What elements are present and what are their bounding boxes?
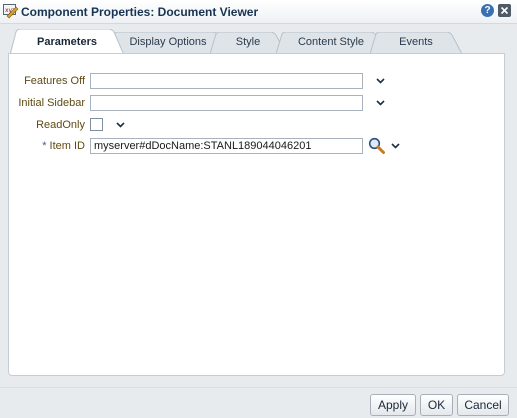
tab-style[interactable]: Style (210, 32, 286, 54)
chevron-down-icon[interactable] (376, 78, 385, 84)
features-off-input[interactable] (90, 73, 363, 89)
search-icon[interactable] (368, 137, 385, 154)
required-marker: * (42, 140, 47, 152)
dialog-title: Component Properties: Document Viewer (21, 5, 259, 19)
tab-bar: Display Options Style Content Style Even… (0, 28, 517, 55)
dialog-title-bar: xyz Component Properties: Document Viewe… (0, 0, 517, 24)
tab-label: Content Style (297, 36, 365, 48)
readonly-label: ReadOnly (36, 119, 85, 131)
ok-button[interactable]: OK (420, 394, 453, 416)
dialog-footer: Apply OK Cancel (0, 387, 517, 418)
tab-events[interactable]: Events (370, 32, 462, 54)
initial-sidebar-label: Initial Sidebar (18, 97, 85, 109)
component-icon: xyz (3, 4, 19, 19)
features-off-label: Features Off (24, 75, 85, 87)
parameters-panel: Features Off Initial Sidebar ReadOnly * … (8, 53, 505, 376)
apply-button[interactable]: Apply (370, 394, 416, 416)
chevron-down-icon[interactable] (391, 143, 400, 149)
close-button[interactable] (498, 4, 511, 17)
item-id-input[interactable] (90, 138, 363, 154)
readonly-checkbox[interactable] (90, 118, 103, 131)
chevron-down-icon[interactable] (376, 100, 385, 106)
tab-label: Style (235, 36, 261, 48)
cancel-button[interactable]: Cancel (457, 394, 509, 416)
tab-label: Display Options (129, 36, 207, 48)
tab-label: Events (399, 36, 433, 48)
item-id-label-text: Item ID (49, 140, 85, 152)
help-button[interactable]: ? (481, 4, 494, 17)
close-icon (500, 6, 509, 15)
tab-label: Parameters (37, 36, 97, 48)
item-id-label: * Item ID (9, 140, 85, 152)
tab-parameters[interactable]: Parameters (10, 29, 124, 55)
chevron-down-icon[interactable] (116, 122, 125, 128)
initial-sidebar-input[interactable] (90, 95, 363, 111)
